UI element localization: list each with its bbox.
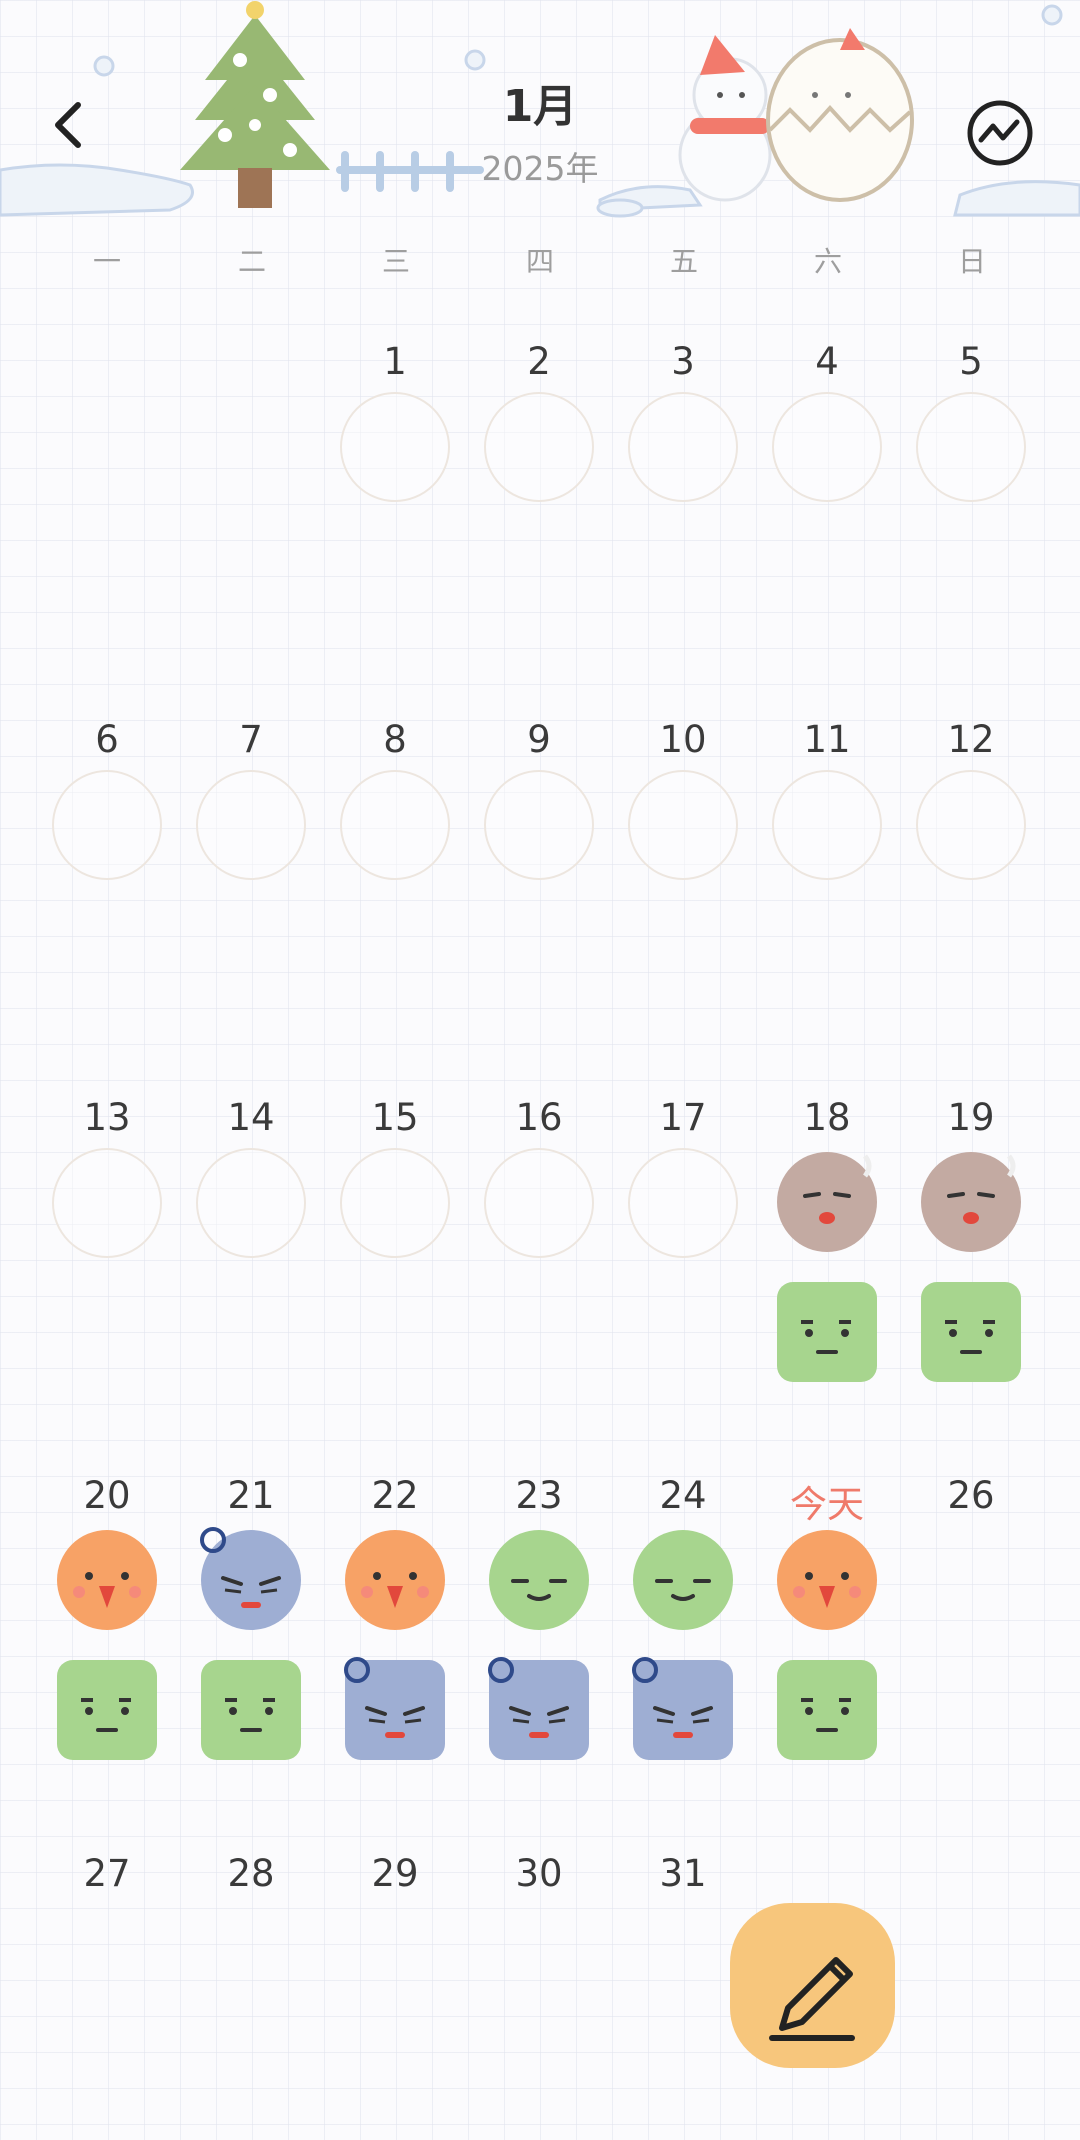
weekday-label: 四 — [525, 245, 554, 278]
frustrated-blue-square-mood-icon[interactable] — [629, 1656, 737, 1764]
empty-mood-slot[interactable] — [772, 392, 882, 502]
empty-mood-slot[interactable] — [772, 770, 882, 880]
empty-mood-slot[interactable] — [484, 392, 594, 502]
empty-mood-slot[interactable] — [628, 392, 738, 502]
day-number: 10 — [659, 718, 707, 761]
statistics-button[interactable] — [965, 98, 1035, 168]
empty-mood-slot[interactable] — [916, 770, 1026, 880]
frustrated-blue-circle-mood-icon[interactable] — [197, 1526, 305, 1634]
day-number: 6 — [95, 718, 119, 761]
empty-mood-slot[interactable] — [340, 770, 450, 880]
weekday-label: 六 — [813, 245, 842, 278]
empty-mood-slot[interactable] — [628, 1148, 738, 1258]
day-number: 1 — [383, 340, 407, 383]
weekday-label: 二 — [237, 245, 266, 278]
edit-entry-button[interactable] — [730, 1903, 895, 2068]
day-number: 28 — [227, 1852, 275, 1895]
empty-mood-slot[interactable] — [52, 770, 162, 880]
day-number: 7 — [239, 718, 263, 761]
day-number: 8 — [383, 718, 407, 761]
empty-mood-slot[interactable] — [340, 1148, 450, 1258]
day-number: 5 — [959, 340, 983, 383]
day-number: 16 — [515, 1096, 563, 1139]
frustrated-blue-square-mood-icon[interactable] — [341, 1656, 449, 1764]
weekday-label: 一 — [92, 245, 121, 278]
calm-green-square-mood-icon[interactable] — [917, 1278, 1025, 1386]
content-green-circle-mood-icon[interactable] — [485, 1526, 593, 1634]
year-subtitle: 2025年 — [481, 149, 599, 188]
chevron-left-icon — [55, 102, 81, 148]
empty-mood-slot[interactable] — [628, 770, 738, 880]
empty-mood-slot[interactable] — [484, 770, 594, 880]
sigh-brown-circle-mood-icon[interactable] — [917, 1148, 1025, 1256]
weekday-label: 五 — [669, 245, 698, 278]
cat-character-icon — [766, 28, 914, 202]
day-number: 4 — [815, 340, 839, 383]
day-number: 9 — [527, 718, 551, 761]
day-number: 21 — [227, 1474, 275, 1517]
day-number: 23 — [515, 1474, 563, 1517]
day-number: 27 — [83, 1852, 131, 1895]
day-number: 15 — [371, 1096, 419, 1139]
day-number: 22 — [371, 1474, 419, 1517]
day-number-today: 今天 — [790, 1483, 864, 1526]
weekday-label: 三 — [381, 245, 410, 278]
day-number: 17 — [659, 1096, 707, 1139]
day-number: 2 — [527, 340, 551, 383]
calm-green-square-mood-icon[interactable] — [197, 1656, 305, 1764]
sigh-brown-circle-mood-icon[interactable] — [773, 1148, 881, 1256]
empty-mood-slot[interactable] — [916, 392, 1026, 502]
empty-mood-slot[interactable] — [484, 1148, 594, 1258]
back-button[interactable] — [40, 95, 100, 155]
day-number: 24 — [659, 1474, 707, 1517]
trend-chart-icon — [967, 100, 1033, 166]
empty-mood-slot[interactable] — [52, 1148, 162, 1258]
month-title[interactable]: 1月 — [440, 70, 640, 134]
empty-mood-slot[interactable] — [196, 1148, 306, 1258]
empty-mood-slot[interactable] — [196, 770, 306, 880]
header: 1月 2025年 — [0, 0, 1080, 235]
angry-orange-circle-mood-icon[interactable] — [341, 1526, 449, 1634]
weekday-label: 日 — [957, 245, 986, 278]
day-number: 29 — [371, 1852, 419, 1895]
angry-orange-circle-mood-icon[interactable] — [773, 1526, 881, 1634]
calm-green-square-mood-icon[interactable] — [773, 1656, 881, 1764]
christmas-tree-icon — [180, 1, 330, 208]
day-number: 20 — [83, 1474, 131, 1517]
pencil-icon — [769, 1957, 855, 2041]
day-number: 19 — [947, 1096, 995, 1139]
empty-mood-slot[interactable] — [340, 392, 450, 502]
calm-green-square-mood-icon[interactable] — [773, 1278, 881, 1386]
frustrated-blue-square-mood-icon[interactable] — [485, 1656, 593, 1764]
day-number: 31 — [659, 1852, 707, 1895]
day-number: 26 — [947, 1474, 995, 1517]
day-number: 3 — [671, 340, 695, 383]
day-number: 12 — [947, 718, 995, 761]
calm-green-square-mood-icon[interactable] — [53, 1656, 161, 1764]
angry-orange-circle-mood-icon[interactable] — [53, 1526, 161, 1634]
day-number: 13 — [83, 1096, 131, 1139]
day-number: 18 — [803, 1096, 851, 1139]
day-number: 11 — [803, 718, 851, 761]
content-green-circle-mood-icon[interactable] — [629, 1526, 737, 1634]
snowman-icon — [678, 35, 772, 202]
day-number: 14 — [227, 1096, 275, 1139]
day-number: 30 — [515, 1852, 563, 1895]
weekday-header: 一 二 三 四 五 六 日 — [0, 240, 1080, 280]
